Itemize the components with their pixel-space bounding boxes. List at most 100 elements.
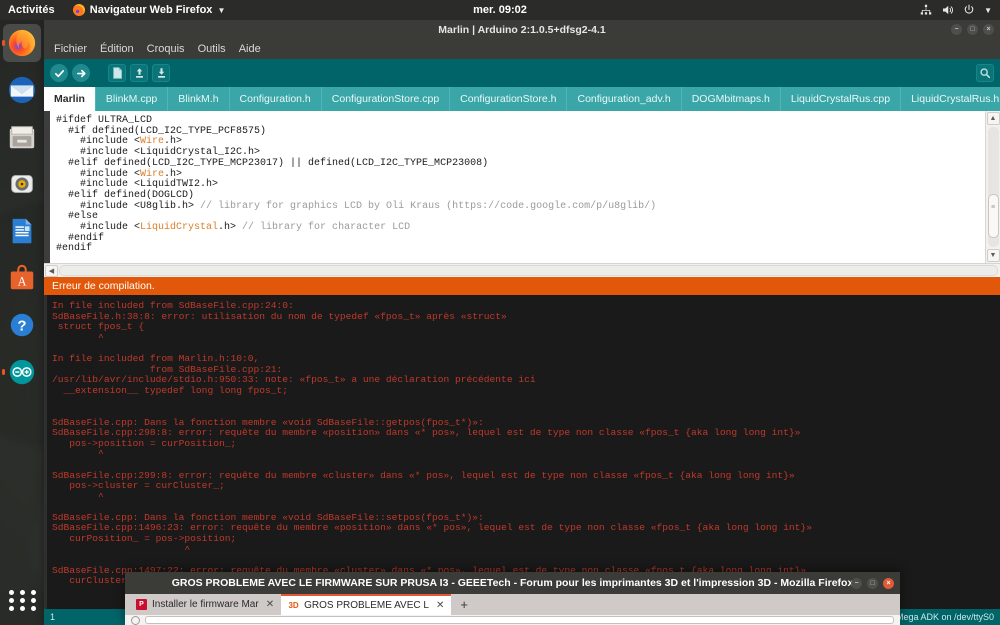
code-content[interactable]: #ifdef ULTRA_LCD #if defined(LCD_I2C_TYP… bbox=[50, 111, 985, 263]
sketch-tab-dogmbitmaps-h[interactable]: DOGMbitmaps.h bbox=[682, 87, 781, 111]
menu-item-outils[interactable]: Outils bbox=[198, 43, 226, 55]
menu-item-aide[interactable]: Aide bbox=[239, 43, 261, 55]
scroll-track-horizontal[interactable] bbox=[59, 265, 998, 276]
gnome-top-bar: Activités Navigateur Web Firefox ▼ mer. … bbox=[0, 0, 1000, 20]
ide-window-controls[interactable]: − □ × bbox=[951, 20, 994, 39]
open-sketch-button[interactable] bbox=[130, 64, 148, 82]
document-icon bbox=[12, 218, 32, 244]
show-applications-button[interactable] bbox=[7, 585, 37, 615]
console-output[interactable]: In file included from SdBaseFile.cpp:24:… bbox=[44, 295, 1000, 609]
tab-label: BlinkM.cpp bbox=[105, 93, 158, 105]
close-icon[interactable]: × bbox=[983, 24, 994, 35]
scroll-up-icon[interactable]: ▲ bbox=[986, 112, 1000, 125]
app-menu-button[interactable]: Navigateur Web Firefox ▼ bbox=[72, 4, 226, 16]
dock-item-rhythmbox[interactable] bbox=[3, 165, 41, 203]
svg-text:A: A bbox=[18, 275, 27, 289]
new-sketch-button[interactable] bbox=[108, 64, 126, 82]
close-icon[interactable]: × bbox=[883, 577, 894, 589]
sketch-tab-configuration-adv-h[interactable]: Configuration_adv.h bbox=[567, 87, 682, 111]
firefox-navigation-bar bbox=[125, 615, 900, 625]
svg-text:?: ? bbox=[17, 318, 26, 335]
sketch-tab-blinkm-cpp[interactable]: BlinkM.cpp bbox=[96, 87, 169, 111]
dock-item-libreoffice-writer[interactable] bbox=[3, 212, 41, 250]
dock-item-arduino[interactable] bbox=[3, 353, 41, 391]
save-sketch-button[interactable] bbox=[152, 64, 170, 82]
editor-vertical-scrollbar[interactable]: ▲ ▼ bbox=[985, 111, 1000, 263]
close-tab-icon[interactable]: ✕ bbox=[436, 600, 444, 611]
software-store-icon: A bbox=[10, 264, 34, 290]
maximize-icon[interactable]: □ bbox=[967, 24, 978, 35]
power-icon bbox=[964, 4, 974, 14]
code-line: #endif bbox=[56, 243, 93, 255]
tab-label: ConfigurationStore.h bbox=[460, 93, 557, 105]
tab-label: BlinkM.h bbox=[178, 93, 219, 105]
upload-arrow-icon bbox=[135, 68, 143, 78]
menu-item-croquis[interactable]: Croquis bbox=[147, 43, 185, 55]
code-editor[interactable]: #ifdef ULTRA_LCD #if defined(LCD_I2C_TYP… bbox=[44, 111, 1000, 263]
sketch-tab-configurationstore-cpp[interactable]: ConfigurationStore.cpp bbox=[322, 87, 451, 111]
app-menu-label: Navigateur Web Firefox bbox=[89, 4, 213, 16]
sketch-tab-liquidcrystalrus-h[interactable]: LiquidCrystalRus.h bbox=[901, 87, 1000, 111]
sketch-tab-blinkm-h[interactable]: BlinkM.h bbox=[168, 87, 230, 111]
dock-item-thunderbird[interactable] bbox=[3, 71, 41, 109]
url-input[interactable] bbox=[145, 616, 894, 624]
browser-tab-gros-probleme[interactable]: 3D GROS PROBLEME AVEC L ✕ bbox=[281, 594, 452, 615]
tab-label: Marlin bbox=[54, 93, 85, 105]
line-number-label: 1 bbox=[50, 612, 56, 622]
arduino-icon bbox=[9, 359, 35, 385]
chevron-down-icon: ▼ bbox=[984, 5, 992, 15]
activities-button[interactable]: Activités bbox=[8, 4, 55, 16]
ubuntu-dock: A ? bbox=[0, 20, 44, 625]
upload-button[interactable] bbox=[72, 64, 90, 82]
scroll-thumb[interactable] bbox=[987, 194, 999, 239]
sketch-tab-marlin[interactable]: Marlin bbox=[44, 87, 96, 111]
minimize-icon[interactable]: − bbox=[951, 24, 962, 35]
scroll-down-icon[interactable]: ▼ bbox=[986, 249, 1000, 262]
chevron-down-icon: ▼ bbox=[217, 5, 226, 15]
code-line: #include <Wire.h> bbox=[56, 136, 183, 148]
volume-icon bbox=[943, 5, 953, 15]
firefox-window: GROS PROBLEME AVEC LE FIRMWARE SUR PRUSA… bbox=[125, 572, 900, 625]
editor-horizontal-scrollbar[interactable]: ◀ bbox=[44, 263, 1000, 277]
search-icon bbox=[980, 68, 991, 79]
dock-item-ubuntu-software[interactable]: A bbox=[3, 259, 41, 297]
sketch-tab-liquidcrystalrus-cpp[interactable]: LiquidCrystalRus.cpp bbox=[781, 87, 902, 111]
dock-item-help[interactable]: ? bbox=[3, 306, 41, 344]
ide-window-title: Marlin | Arduino 2:1.0.5+dfsg2-4.1 bbox=[438, 23, 606, 36]
back-button[interactable] bbox=[131, 615, 140, 625]
system-tray[interactable]: ▼ bbox=[920, 4, 992, 16]
tab-label: LiquidCrystalRus.h bbox=[911, 93, 1000, 105]
minimize-icon[interactable]: − bbox=[851, 577, 862, 589]
dock-item-firefox[interactable] bbox=[3, 24, 41, 62]
firefox-tab-strip: P Installer le firmware Mar ✕ 3D GROS PR… bbox=[125, 594, 900, 615]
dock-item-files[interactable] bbox=[3, 118, 41, 156]
code-line: #elif defined(LCD_I2C_TYPE_MCP23017) || … bbox=[56, 157, 489, 169]
new-tab-button[interactable]: + bbox=[451, 594, 477, 615]
browser-tab-label: Installer le firmware Mar bbox=[152, 599, 259, 610]
tab-label: LiquidCrystalRus.cpp bbox=[790, 93, 891, 105]
code-line: #ifdef ULTRA_LCD bbox=[56, 115, 153, 126]
code-line: #else bbox=[56, 211, 99, 223]
close-tab-icon[interactable]: ✕ bbox=[266, 599, 274, 610]
verify-button[interactable] bbox=[50, 64, 68, 82]
console-text: In file included from SdBaseFile.cpp:24:… bbox=[52, 300, 812, 587]
firefox-icon bbox=[72, 4, 85, 16]
scroll-left-icon[interactable]: ◀ bbox=[45, 264, 58, 277]
firefox-window-controls[interactable]: − □ × bbox=[851, 572, 894, 594]
menu-item-fichier[interactable]: Fichier bbox=[54, 43, 87, 55]
rhythmbox-icon bbox=[11, 175, 33, 193]
menu-item-edition[interactable]: Édition bbox=[100, 43, 134, 55]
sketch-tab-configurationstore-h[interactable]: ConfigurationStore.h bbox=[450, 87, 568, 111]
favicon-icon: P bbox=[136, 599, 147, 610]
serial-monitor-button[interactable] bbox=[976, 64, 994, 82]
arrow-right-icon bbox=[76, 69, 86, 77]
maximize-icon[interactable]: □ bbox=[867, 577, 878, 589]
code-line: #elif defined(DOGLCD) bbox=[56, 189, 195, 201]
scroll-track[interactable] bbox=[987, 127, 999, 247]
browser-tab-installer-firmware[interactable]: P Installer le firmware Mar ✕ bbox=[129, 594, 281, 615]
browser-tab-label: GROS PROBLEME AVEC L bbox=[304, 600, 429, 611]
code-line: #include <LiquidCrystal.h> // library fo… bbox=[56, 222, 411, 234]
sketch-tab-configuration-h[interactable]: Configuration.h bbox=[230, 87, 322, 111]
tab-label: DOGMbitmaps.h bbox=[691, 93, 770, 105]
tab-label: Configuration.h bbox=[239, 93, 311, 105]
